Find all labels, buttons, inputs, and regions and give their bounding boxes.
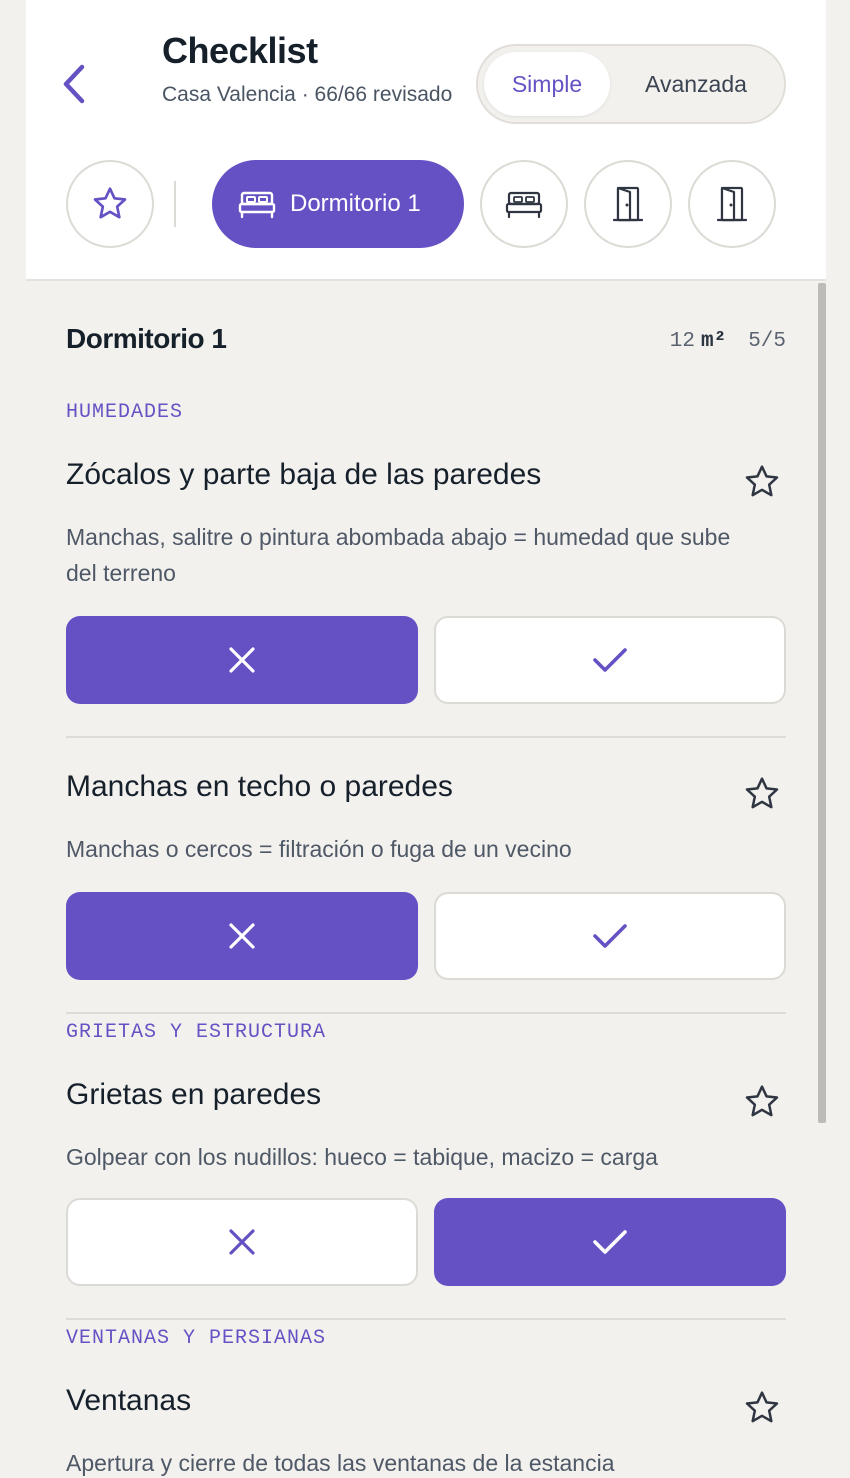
item-description: Apertura y cierre de todas las ventanas …	[66, 1450, 615, 1476]
page-title: Checklist	[162, 30, 318, 71]
area-value: 12	[669, 330, 695, 353]
chevron-left-icon	[63, 64, 85, 104]
item-description: Manchas o cercos = filtración o fuga de …	[66, 836, 572, 862]
section-title: Dormitorio 1	[66, 323, 227, 354]
favorite-button[interactable]	[742, 462, 782, 502]
close-icon	[229, 923, 255, 949]
area-unit: m²	[700, 330, 727, 353]
bed-icon	[505, 191, 543, 219]
tab-favorites[interactable]	[66, 160, 154, 248]
tab-door-2[interactable]	[688, 160, 776, 248]
no-button[interactable]	[66, 616, 418, 704]
section-progress: 5/5	[748, 330, 786, 353]
tab-separator	[174, 181, 176, 227]
yes-button[interactable]	[434, 616, 786, 704]
tab-bedroom-2[interactable]	[480, 160, 568, 248]
item-title: Grietas en paredes	[66, 1078, 322, 1111]
checklist-screen: Checklist Casa Valencia · 66/66 revisado…	[26, 0, 826, 1478]
mode-simple-button[interactable]: Simple	[484, 52, 610, 116]
star-icon	[93, 187, 127, 219]
tab-label: Dormitorio 1	[290, 190, 421, 217]
star-icon	[745, 465, 779, 497]
yes-button[interactable]	[434, 892, 786, 980]
door-icon	[612, 186, 644, 222]
close-icon	[229, 647, 255, 673]
page-subtitle: Casa Valencia · 66/66 revisado	[162, 83, 453, 106]
item-title: Zócalos y parte baja de las paredes	[66, 458, 542, 491]
mode-avanzada-button[interactable]: Avanzada	[618, 52, 774, 116]
yes-button[interactable]	[434, 1198, 786, 1286]
star-icon	[745, 777, 779, 809]
category-label: HUMEDADES	[66, 401, 184, 424]
section-meta: 12 m² 5/5	[670, 330, 786, 353]
no-button[interactable]	[66, 1198, 418, 1286]
no-button[interactable]	[66, 892, 418, 980]
check-icon	[593, 1230, 627, 1254]
favorite-button[interactable]	[742, 1082, 782, 1122]
tab-dormitorio-1[interactable]: Dormitorio 1	[212, 160, 464, 248]
category-label: VENTANAS Y PERSIANAS	[66, 1327, 327, 1350]
divider	[66, 1012, 786, 1014]
item-description: Golpear con los nudillos: hueco = tabiqu…	[66, 1144, 658, 1170]
divider	[66, 1318, 786, 1320]
star-icon	[745, 1085, 779, 1117]
close-icon	[229, 1229, 255, 1255]
favorite-button[interactable]	[742, 1388, 782, 1428]
back-button[interactable]	[56, 58, 96, 110]
category-label: GRIETAS Y ESTRUCTURA	[66, 1021, 327, 1044]
bed-icon	[238, 191, 276, 219]
header: Checklist Casa Valencia · 66/66 revisado…	[26, 0, 826, 281]
check-icon	[593, 924, 627, 948]
scrollbar[interactable]	[818, 283, 826, 1123]
check-icon	[593, 648, 627, 672]
door-icon	[716, 186, 748, 222]
mode-toggle: Simple Avanzada	[476, 44, 786, 124]
star-icon	[745, 1391, 779, 1423]
item-description: Manchas, salitre o pintura abombada abaj…	[66, 524, 731, 586]
tab-door-1[interactable]	[584, 160, 672, 248]
item-title: Ventanas	[66, 1384, 192, 1417]
divider	[66, 736, 786, 738]
item-title: Manchas en techo o paredes	[66, 770, 453, 803]
favorite-button[interactable]	[742, 774, 782, 814]
